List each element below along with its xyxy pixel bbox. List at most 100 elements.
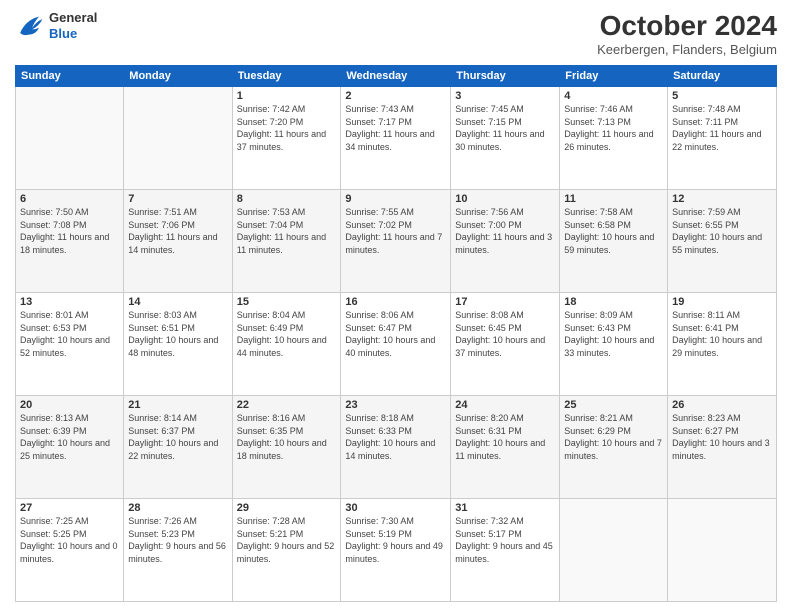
- sunset-time: Sunset: 5:25 PM: [20, 528, 119, 541]
- daylight-hours: Daylight: 10 hours and 29 minutes.: [672, 334, 772, 359]
- daylight-hours: Daylight: 10 hours and 55 minutes.: [672, 231, 772, 256]
- sunrise-time: Sunrise: 7:51 AM: [128, 206, 227, 219]
- daylight-hours: Daylight: 11 hours and 7 minutes.: [345, 231, 446, 256]
- daylight-hours: Daylight: 11 hours and 34 minutes.: [345, 128, 446, 153]
- col-saturday: Saturday: [668, 66, 777, 87]
- day-number: 20: [20, 399, 119, 411]
- sunrise-time: Sunrise: 7:48 AM: [672, 103, 772, 116]
- sunset-time: Sunset: 6:29 PM: [564, 425, 663, 438]
- header: General Blue October 2024 Keerbergen, Fl…: [15, 10, 777, 57]
- day-info: Sunrise: 8:18 AMSunset: 6:33 PMDaylight:…: [345, 412, 446, 462]
- week-row-2: 6Sunrise: 7:50 AMSunset: 7:08 PMDaylight…: [16, 190, 777, 293]
- day-info: Sunrise: 8:09 AMSunset: 6:43 PMDaylight:…: [564, 309, 663, 359]
- daylight-hours: Daylight: 10 hours and 37 minutes.: [455, 334, 555, 359]
- table-row: [124, 87, 232, 190]
- col-sunday: Sunday: [16, 66, 124, 87]
- table-row: 14Sunrise: 8:03 AMSunset: 6:51 PMDayligh…: [124, 293, 232, 396]
- sunset-time: Sunset: 7:11 PM: [672, 116, 772, 129]
- sunset-time: Sunset: 6:58 PM: [564, 219, 663, 232]
- sunrise-time: Sunrise: 8:11 AM: [672, 309, 772, 322]
- daylight-hours: Daylight: 10 hours and 3 minutes.: [672, 437, 772, 462]
- day-info: Sunrise: 7:58 AMSunset: 6:58 PMDaylight:…: [564, 206, 663, 256]
- day-info: Sunrise: 7:32 AMSunset: 5:17 PMDaylight:…: [455, 515, 555, 565]
- daylight-hours: Daylight: 11 hours and 30 minutes.: [455, 128, 555, 153]
- sunrise-time: Sunrise: 7:32 AM: [455, 515, 555, 528]
- table-row: 20Sunrise: 8:13 AMSunset: 6:39 PMDayligh…: [16, 396, 124, 499]
- sunset-time: Sunset: 6:43 PM: [564, 322, 663, 335]
- title-block: October 2024 Keerbergen, Flanders, Belgi…: [597, 10, 777, 57]
- sunrise-time: Sunrise: 7:50 AM: [20, 206, 119, 219]
- table-row: 21Sunrise: 8:14 AMSunset: 6:37 PMDayligh…: [124, 396, 232, 499]
- daylight-hours: Daylight: 10 hours and 0 minutes.: [20, 540, 119, 565]
- daylight-hours: Daylight: 9 hours and 49 minutes.: [345, 540, 446, 565]
- col-thursday: Thursday: [451, 66, 560, 87]
- sunset-time: Sunset: 7:15 PM: [455, 116, 555, 129]
- day-number: 6: [20, 193, 119, 205]
- table-row: 24Sunrise: 8:20 AMSunset: 6:31 PMDayligh…: [451, 396, 560, 499]
- sunrise-time: Sunrise: 7:56 AM: [455, 206, 555, 219]
- table-row: 23Sunrise: 8:18 AMSunset: 6:33 PMDayligh…: [341, 396, 451, 499]
- location-subtitle: Keerbergen, Flanders, Belgium: [597, 42, 777, 57]
- daylight-hours: Daylight: 10 hours and 25 minutes.: [20, 437, 119, 462]
- day-number: 23: [345, 399, 446, 411]
- daylight-hours: Daylight: 10 hours and 22 minutes.: [128, 437, 227, 462]
- sunrise-time: Sunrise: 8:13 AM: [20, 412, 119, 425]
- table-row: 2Sunrise: 7:43 AMSunset: 7:17 PMDaylight…: [341, 87, 451, 190]
- day-number: 14: [128, 296, 227, 308]
- day-info: Sunrise: 7:53 AMSunset: 7:04 PMDaylight:…: [237, 206, 337, 256]
- day-number: 25: [564, 399, 663, 411]
- sunset-time: Sunset: 7:17 PM: [345, 116, 446, 129]
- daylight-hours: Daylight: 11 hours and 18 minutes.: [20, 231, 119, 256]
- day-number: 12: [672, 193, 772, 205]
- sunrise-time: Sunrise: 7:55 AM: [345, 206, 446, 219]
- daylight-hours: Daylight: 11 hours and 3 minutes.: [455, 231, 555, 256]
- day-info: Sunrise: 8:08 AMSunset: 6:45 PMDaylight:…: [455, 309, 555, 359]
- sunrise-time: Sunrise: 8:21 AM: [564, 412, 663, 425]
- table-row: 17Sunrise: 8:08 AMSunset: 6:45 PMDayligh…: [451, 293, 560, 396]
- day-info: Sunrise: 7:59 AMSunset: 6:55 PMDaylight:…: [672, 206, 772, 256]
- sunset-time: Sunset: 7:08 PM: [20, 219, 119, 232]
- table-row: 10Sunrise: 7:56 AMSunset: 7:00 PMDayligh…: [451, 190, 560, 293]
- table-row: 29Sunrise: 7:28 AMSunset: 5:21 PMDayligh…: [232, 499, 341, 602]
- logo-blue: Blue: [49, 26, 97, 42]
- sunrise-time: Sunrise: 8:01 AM: [20, 309, 119, 322]
- day-number: 24: [455, 399, 555, 411]
- sunset-time: Sunset: 6:49 PM: [237, 322, 337, 335]
- sunrise-time: Sunrise: 8:18 AM: [345, 412, 446, 425]
- day-info: Sunrise: 7:50 AMSunset: 7:08 PMDaylight:…: [20, 206, 119, 256]
- sunset-time: Sunset: 7:13 PM: [564, 116, 663, 129]
- sunrise-time: Sunrise: 8:20 AM: [455, 412, 555, 425]
- page: General Blue October 2024 Keerbergen, Fl…: [0, 0, 792, 612]
- day-number: 4: [564, 90, 663, 102]
- daylight-hours: Daylight: 11 hours and 22 minutes.: [672, 128, 772, 153]
- table-row: [16, 87, 124, 190]
- day-info: Sunrise: 7:56 AMSunset: 7:00 PMDaylight:…: [455, 206, 555, 256]
- day-info: Sunrise: 7:45 AMSunset: 7:15 PMDaylight:…: [455, 103, 555, 153]
- day-number: 13: [20, 296, 119, 308]
- calendar-table: Sunday Monday Tuesday Wednesday Thursday…: [15, 65, 777, 602]
- day-info: Sunrise: 7:26 AMSunset: 5:23 PMDaylight:…: [128, 515, 227, 565]
- sunset-time: Sunset: 5:19 PM: [345, 528, 446, 541]
- sunrise-time: Sunrise: 7:28 AM: [237, 515, 337, 528]
- daylight-hours: Daylight: 10 hours and 11 minutes.: [455, 437, 555, 462]
- sunrise-time: Sunrise: 8:04 AM: [237, 309, 337, 322]
- daylight-hours: Daylight: 10 hours and 52 minutes.: [20, 334, 119, 359]
- sunrise-time: Sunrise: 8:06 AM: [345, 309, 446, 322]
- sunrise-time: Sunrise: 8:14 AM: [128, 412, 227, 425]
- table-row: [560, 499, 668, 602]
- sunrise-time: Sunrise: 7:59 AM: [672, 206, 772, 219]
- daylight-hours: Daylight: 11 hours and 11 minutes.: [237, 231, 337, 256]
- col-monday: Monday: [124, 66, 232, 87]
- sunset-time: Sunset: 6:47 PM: [345, 322, 446, 335]
- daylight-hours: Daylight: 9 hours and 52 minutes.: [237, 540, 337, 565]
- week-row-1: 1Sunrise: 7:42 AMSunset: 7:20 PMDaylight…: [16, 87, 777, 190]
- sunrise-time: Sunrise: 7:45 AM: [455, 103, 555, 116]
- day-number: 15: [237, 296, 337, 308]
- day-number: 11: [564, 193, 663, 205]
- table-row: 22Sunrise: 8:16 AMSunset: 6:35 PMDayligh…: [232, 396, 341, 499]
- daylight-hours: Daylight: 10 hours and 18 minutes.: [237, 437, 337, 462]
- sunrise-time: Sunrise: 8:09 AM: [564, 309, 663, 322]
- day-number: 3: [455, 90, 555, 102]
- logo-general: General: [49, 10, 97, 26]
- sunset-time: Sunset: 6:53 PM: [20, 322, 119, 335]
